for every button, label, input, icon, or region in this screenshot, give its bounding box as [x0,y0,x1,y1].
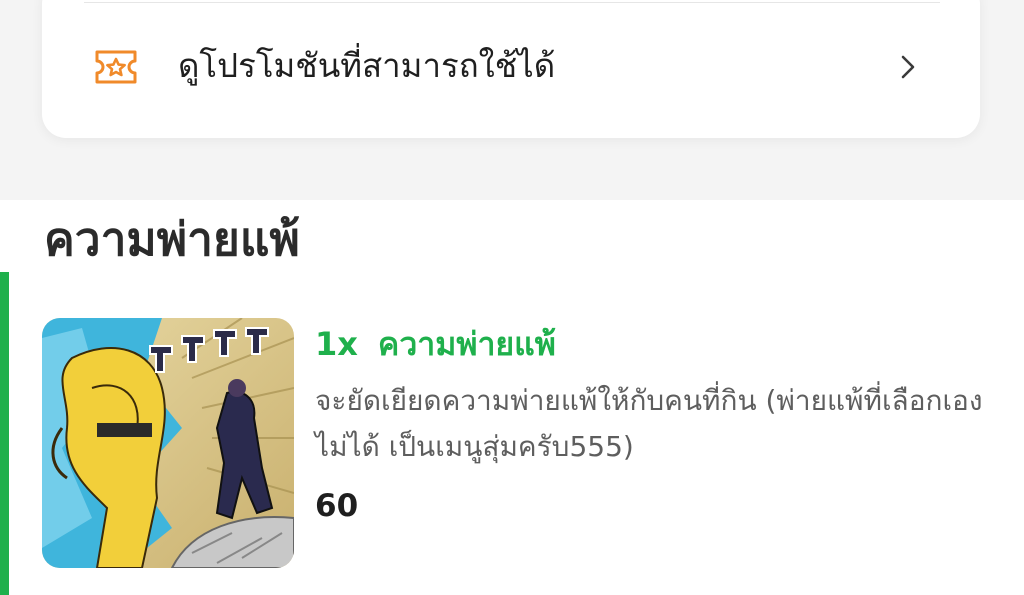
ticket-star-icon [95,50,137,84]
item-image [42,318,294,568]
chevron-right-icon [901,55,915,79]
item-name: ความพ่ายแพ้ [377,325,556,363]
item-title: 1x ความพ่ายแพ้ [315,322,556,366]
view-promotions-row[interactable]: ดูโปรโมชันที่สามารถใช้ได้ [42,24,980,112]
manga-illustration [42,318,294,568]
menu-item-card[interactable]: 1x ความพ่ายแพ้ จะยัดเยียดความพ่ายแพ้ให้กั… [0,300,1024,595]
item-description: จะยัดเยียดความพ่ายแพ้ให้กับคนที่กิน (พ่า… [315,384,983,463]
item-quantity: 1x [315,325,358,363]
promo-label: ดูโปรโมชันที่สามารถใช้ได้ [178,46,556,85]
card-divider [84,2,940,3]
item-price: 60 [315,488,359,524]
section-title: ความพ่ายแพ้ [44,212,300,266]
